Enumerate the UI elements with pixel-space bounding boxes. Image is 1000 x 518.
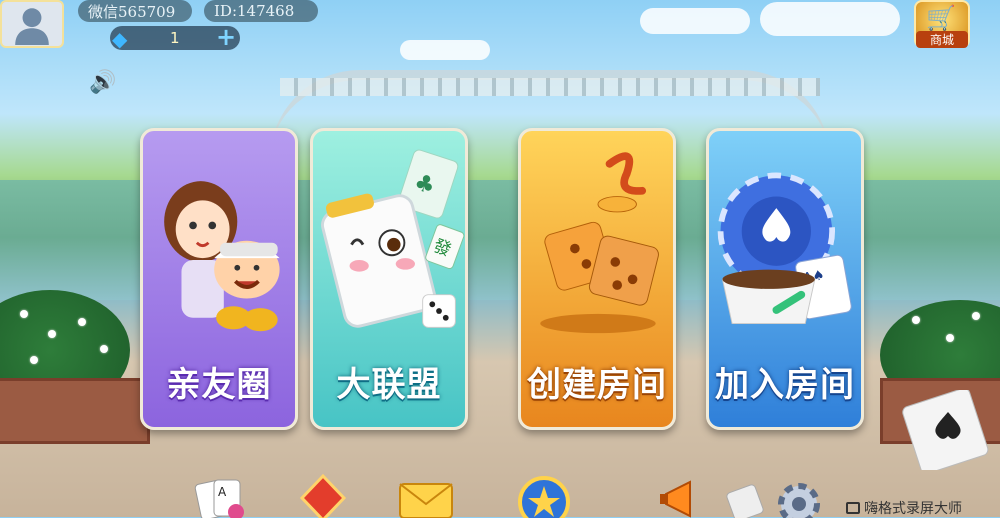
diamond-count: 1 [170,29,180,47]
add-diamond-plus-icon[interactable]: + [215,25,237,49]
alliance-label: 大联盟 [336,364,442,405]
megaphone-icon[interactable] [656,472,712,518]
poker-chip-and-coffee-illustration: A♠ [717,172,852,325]
flower [946,334,954,342]
create-room-label: 创建房间 [527,364,667,405]
cards-icon[interactable]: A [192,472,248,518]
gear-icon[interactable] [770,472,828,518]
speaker-icon[interactable]: 🔊 [86,68,120,98]
recorder-icon [846,502,860,514]
screen-recorder-watermark: 嗨格式录屏大师 [846,498,962,518]
watermark-text: 嗨格式录屏大师 [864,501,962,517]
cards-decoration-icon [726,484,764,518]
shop-button[interactable]: 🛒 商城 [914,0,970,48]
alliance-card[interactable]: ♣ 發 大联盟 [310,128,468,430]
nickname: 微信565709 [78,0,192,22]
join-room-label: 加入房间 [715,364,855,405]
user-id: ID:147468 [204,0,318,22]
flower [972,312,980,320]
shop-label: 商城 [916,31,968,48]
red-diamond-icon[interactable] [296,472,350,518]
cloud [640,8,750,34]
cloud [760,2,900,36]
diamond-icon: ◆ [112,27,128,51]
bridge-railing [280,78,820,96]
create-room-card[interactable]: 创建房间 [518,128,676,430]
user-avatar[interactable] [0,0,64,48]
friends-circle-label: 亲友圈 [166,364,272,405]
star-badge-icon[interactable] [516,472,572,518]
flower [912,316,920,324]
user-silhouette-icon [15,8,49,45]
svg-text:A: A [218,485,227,499]
mahjong-tile-mascot-illustration: ♣ 發 [321,149,465,328]
envelope-icon[interactable] [394,472,458,518]
flower [48,330,56,338]
friends-circle-card[interactable]: 亲友圈 [140,128,298,430]
flower [20,310,28,318]
ace-of-spades-card-decoration [902,390,989,470]
flower [100,345,108,353]
join-room-card[interactable]: A♠ 加入房间 [706,128,864,430]
flower [30,356,38,364]
friends-characters-illustration [164,181,280,332]
left-planter [0,378,150,444]
flower [78,318,86,326]
cloud [400,40,490,60]
shopping-cart-icon: 🛒 [926,4,956,32]
dice-and-chips-illustration [540,152,659,334]
